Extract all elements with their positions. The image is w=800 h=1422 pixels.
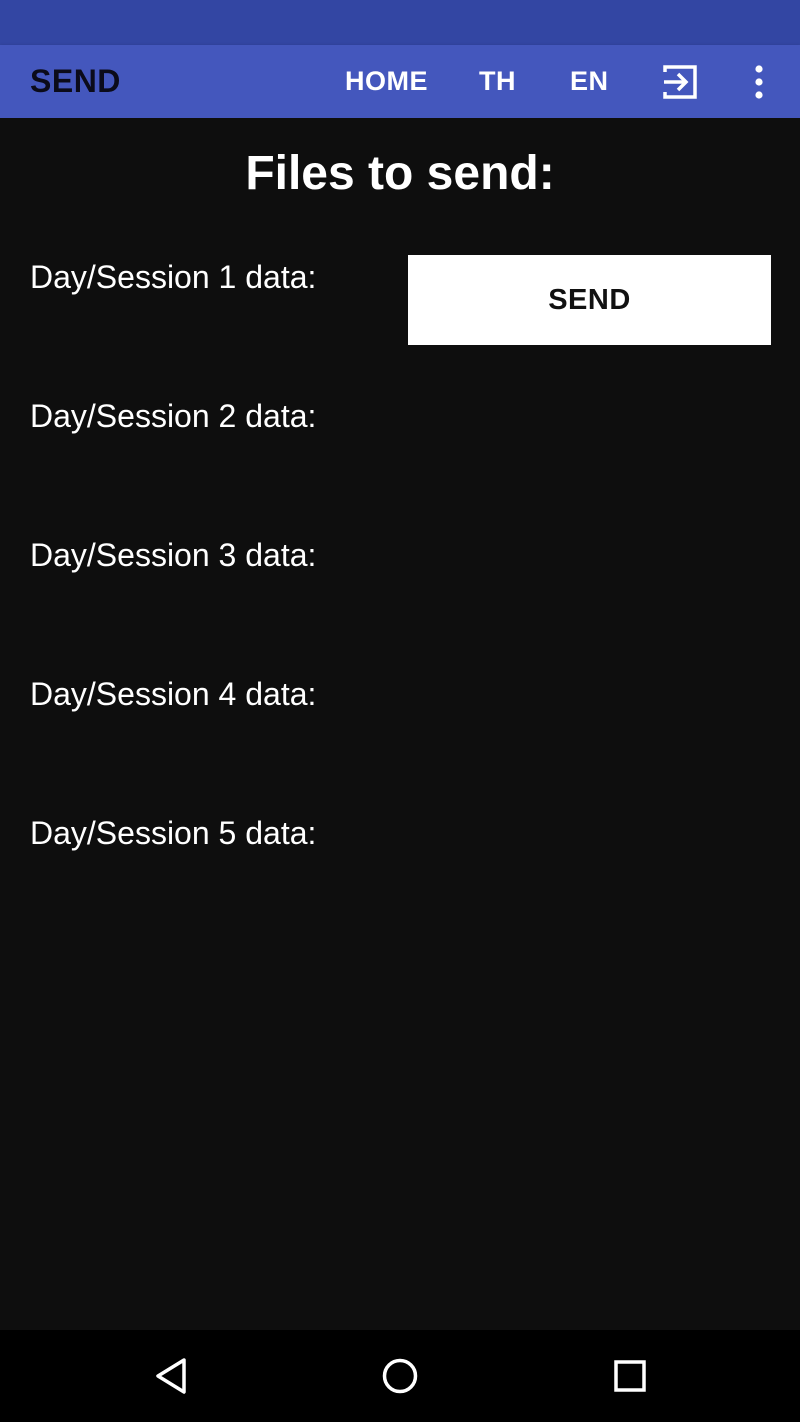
home-action[interactable]: HOME [345,45,428,118]
page-title: Files to send: [245,147,555,200]
navigation-bar [0,1330,800,1422]
main-content: Files to send: Day/Session 1 data: SEND … [0,118,800,1330]
session-2-label: Day/Session 2 data: [30,398,317,434]
session-5-label: Day/Session 5 data: [30,815,317,851]
back-icon[interactable] [152,1356,192,1396]
thai-language-action[interactable]: TH [479,45,516,118]
recents-icon[interactable] [610,1356,650,1396]
english-language-action[interactable]: EN [570,45,609,118]
home-icon[interactable] [380,1356,420,1396]
more-vert-icon[interactable] [740,63,778,101]
session-3-label: Day/Session 3 data: [30,537,317,573]
session-4-label: Day/Session 4 data: [30,676,317,712]
status-bar [0,0,800,45]
send-session-1-button[interactable]: SEND [408,255,771,345]
app-bar: SEND HOME TH EN [0,45,800,118]
exit-to-app-icon[interactable] [661,63,699,101]
session-1-label: Day/Session 1 data: [30,259,317,295]
app-title: SEND [30,63,121,99]
